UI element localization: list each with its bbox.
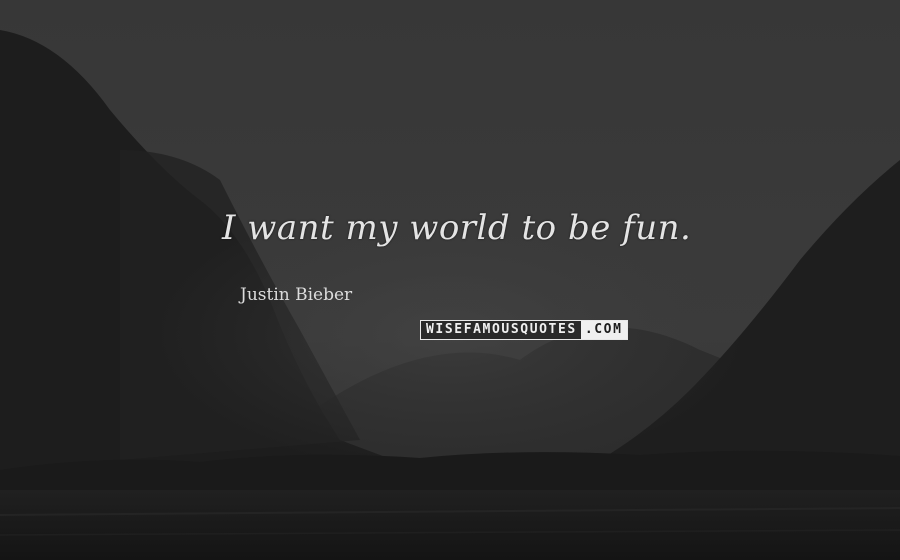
quote-image: I want my world to be fun. Justin Bieber… xyxy=(0,0,900,560)
site-watermark: WISEFAMOUSQUOTES .COM xyxy=(420,320,628,340)
watermark-brand: WISEFAMOUSQUOTES xyxy=(421,321,581,339)
mountain-landscape-background xyxy=(0,0,900,560)
quote-text: I want my world to be fun. xyxy=(222,208,692,248)
watermark-domain: .COM xyxy=(580,321,627,339)
author-name: Justin Bieber xyxy=(240,285,353,305)
